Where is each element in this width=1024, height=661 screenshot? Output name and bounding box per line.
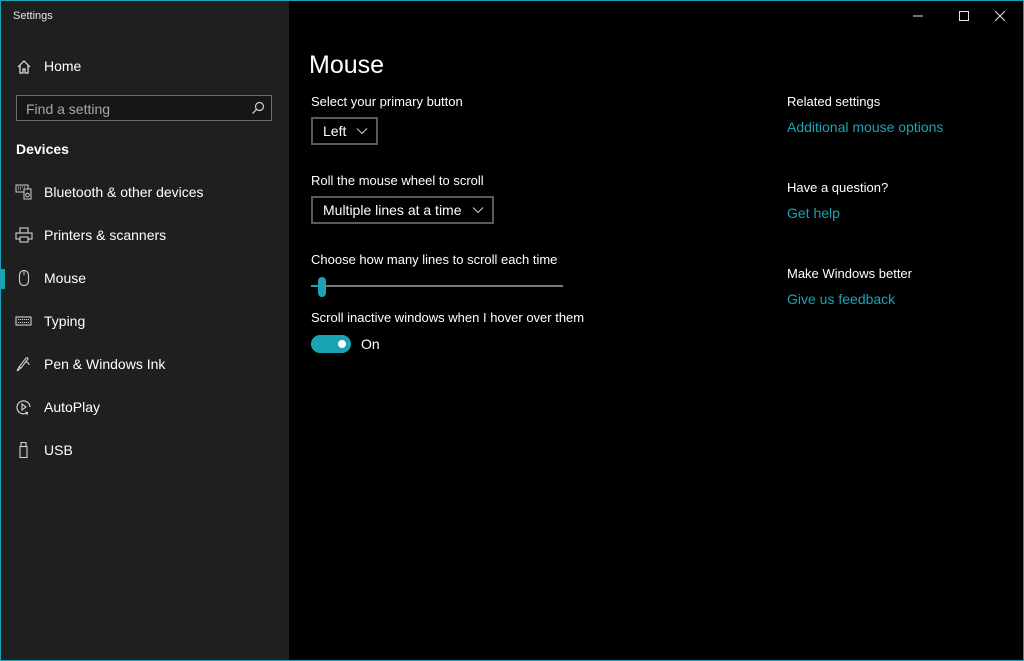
give-feedback-link[interactable]: Give us feedback [787,291,895,307]
search-input[interactable] [17,96,248,122]
sidebar-item-label: Mouse [44,270,87,286]
sidebar-item-bluetooth[interactable]: Bluetooth & other devices [1,171,289,214]
keyboard-icon [15,316,32,326]
chevron-down-icon [472,207,483,214]
inactive-scroll-toggle[interactable] [311,335,351,353]
search-icon[interactable] [251,101,265,115]
sidebar-item-printers[interactable]: Printers & scanners [1,214,289,257]
sidebar-item-label: USB [44,442,73,458]
lines-slider[interactable] [311,277,563,297]
main-pane: Mouse Select your primary button Left Ro… [289,1,1023,660]
search-box[interactable] [16,95,272,122]
sidebar-item-autoplay[interactable]: AutoPlay [1,386,289,429]
inactive-scroll-label: Scroll inactive windows when I hover ove… [311,310,585,325]
page-title: Mouse [309,51,385,79]
primary-button-dropdown[interactable]: Left [311,117,379,145]
home-icon [17,60,31,74]
related-settings-heading: Related settings [787,94,881,109]
sidebar-item-usb[interactable]: USB [1,429,289,472]
close-button[interactable] [977,1,1023,31]
chevron-down-icon [357,128,368,135]
sidebar-item-label: Bluetooth & other devices [44,184,204,200]
question-heading: Have a question? [787,180,889,195]
sidebar-item-label: AutoPlay [44,399,101,415]
dropdown-value: Multiple lines at a time [323,202,462,218]
slider-track [311,285,563,287]
sidebar-item-typing[interactable]: Typing [1,300,289,343]
bluetooth-devices-icon [15,184,32,200]
sidebar-item-pen[interactable]: Pen & Windows Ink [1,343,289,386]
usb-icon [19,442,28,458]
minimize-button[interactable] [895,1,941,31]
sidebar-item-label: Pen & Windows Ink [44,356,166,372]
minimize-icon [913,15,923,17]
mouse-icon [18,270,30,286]
section-title: Devices [16,141,69,157]
autoplay-icon [16,400,31,415]
wheel-scroll-label: Roll the mouse wheel to scroll [311,173,484,188]
toggle-state-label: On [361,336,380,352]
sidebar-item-label: Printers & scanners [44,227,167,243]
lines-slider-label: Choose how many lines to scroll each tim… [311,252,558,267]
dropdown-value: Left [323,123,347,139]
feedback-heading: Make Windows better [787,266,912,281]
sidebar-item-label: Typing [44,313,86,329]
toggle-knob [338,340,346,348]
printer-icon [15,227,33,243]
sidebar: Settings Home Devices [1,1,289,660]
get-help-link[interactable]: Get help [787,205,840,221]
home-label: Home [44,58,82,74]
app-title: Settings [13,10,53,22]
wheel-scroll-dropdown[interactable]: Multiple lines at a time [311,196,494,224]
slider-thumb[interactable] [318,277,326,297]
pen-icon [16,357,30,372]
selected-indicator [1,269,5,289]
primary-button-label: Select your primary button [311,94,463,109]
additional-mouse-options-link[interactable]: Additional mouse options [787,119,943,135]
sidebar-item-mouse[interactable]: Mouse [1,257,289,300]
sidebar-nav: Bluetooth & other devices Printers & sca… [1,171,289,472]
sidebar-item-home[interactable]: Home [1,53,289,81]
settings-window: Settings Home Devices [0,0,1024,661]
close-icon [994,10,1006,22]
